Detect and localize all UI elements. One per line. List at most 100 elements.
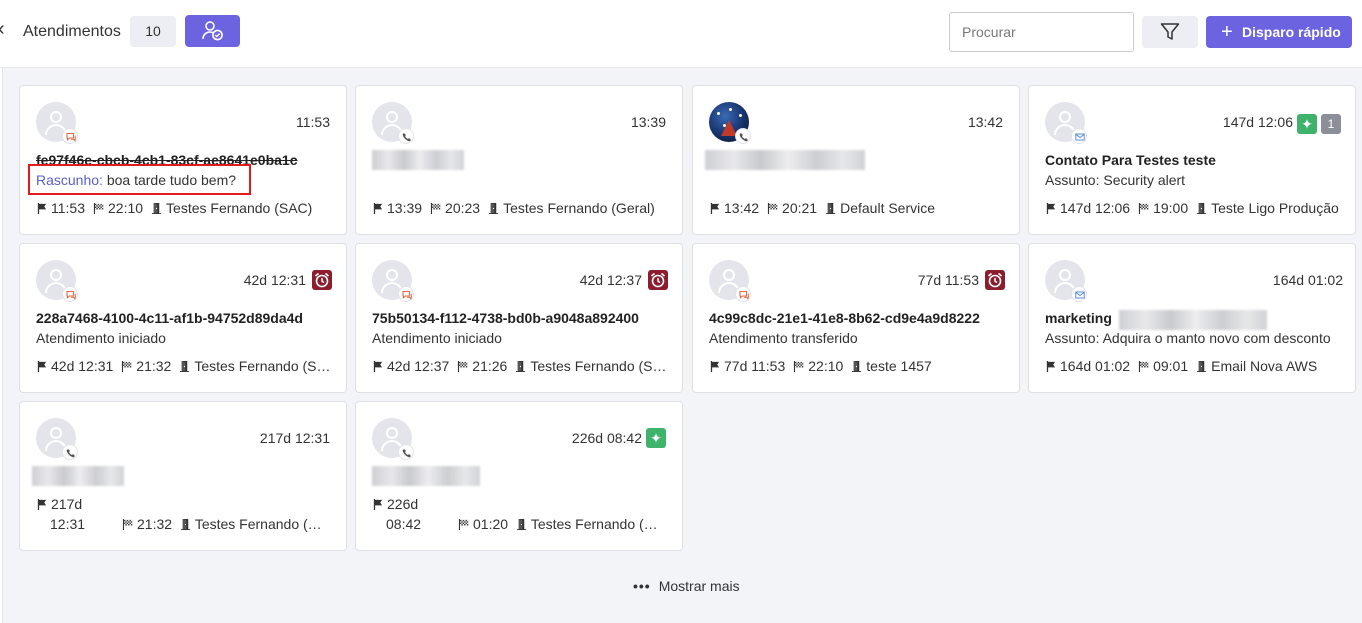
door-icon xyxy=(515,361,526,372)
end-time: 09:01 xyxy=(1153,358,1189,374)
avatar xyxy=(1045,102,1087,144)
redacted-contact-name xyxy=(705,150,865,170)
checkered-flag-icon xyxy=(457,361,468,372)
flag-icon xyxy=(372,361,383,372)
department: teste 1457 xyxy=(866,358,932,374)
avatar xyxy=(372,260,414,302)
user-check-icon xyxy=(202,21,223,41)
redacted-contact-name xyxy=(32,466,124,486)
page-title: Atendimentos xyxy=(23,23,121,40)
conversation-card[interactable]: 42d 12:31 228a7468-4100-4c11-af1b-94752d… xyxy=(19,243,347,393)
elapsed-time: 164d 01:02 xyxy=(1272,272,1343,288)
contact-name: marketing xyxy=(1045,310,1112,326)
avatar xyxy=(372,418,414,460)
start-time: 77d 11:53 xyxy=(724,358,786,374)
flag-icon xyxy=(36,203,47,214)
status-text: Atendimento iniciado xyxy=(372,330,502,346)
end-time: 21:32 xyxy=(136,358,172,374)
redacted-contact-name xyxy=(1119,310,1267,330)
door-icon xyxy=(180,519,191,530)
card-meta: 11:53 22:10 Testes Fernando (SAC) xyxy=(36,200,336,216)
chat-icon xyxy=(62,128,78,144)
door-icon xyxy=(488,203,499,214)
elapsed-time: 42d 12:37 xyxy=(579,272,642,288)
conversation-card[interactable]: 147d 12:06 ✦ 1 Contato Para Testes teste… xyxy=(1028,85,1356,235)
door-icon xyxy=(851,361,862,372)
end-time: 20:21 xyxy=(782,200,818,216)
card-meta: 13:39 20:23 Testes Fernando (Geral) xyxy=(372,200,672,216)
chat-icon xyxy=(62,286,78,302)
checkered-flag-icon xyxy=(458,519,469,530)
alarm-clock-icon xyxy=(648,270,668,290)
back-arrow-icon[interactable]: ‹ xyxy=(0,18,12,40)
card-meta: 42d 12:37 21:26 Testes Fernando (SAC) xyxy=(372,358,672,374)
conversation-card[interactable]: 226d 08:42 ✦ 226d 08:42 01:20 Testes Fer… xyxy=(355,401,683,551)
start-time: 13:42 xyxy=(724,200,760,216)
start-time: 42d 12:31 xyxy=(51,358,114,374)
ellipsis-icon: ••• xyxy=(633,578,651,594)
card-meta: 164d 01:02 09:01 Email Nova AWS xyxy=(1045,358,1345,374)
avatar xyxy=(36,418,78,460)
search-input[interactable] xyxy=(949,12,1134,52)
department: Testes Fernando (Geral) xyxy=(530,516,661,532)
alarm-clock-icon xyxy=(985,270,1005,290)
card-meta: 13:42 20:21 Default Service xyxy=(709,200,1009,216)
contact-name: Contato Para Testes teste xyxy=(1045,152,1216,168)
show-more-button[interactable]: ••• Mostrar mais xyxy=(633,578,740,594)
conversation-card[interactable]: 13:39 13:39 20:23 Testes Fernando (Geral) xyxy=(355,85,683,235)
conversation-card[interactable]: 77d 11:53 4c99c8dc-21e1-41e8-8b62-cd9e4a… xyxy=(692,243,1020,393)
sparkle-icon: ✦ xyxy=(1297,114,1317,134)
card-meta: 77d 11:53 22:10 teste 1457 xyxy=(709,358,1009,374)
quick-send-label: Disparo rápido xyxy=(1242,24,1341,40)
start-time: 08:42 xyxy=(386,516,422,532)
avatar xyxy=(36,260,78,302)
department: Testes Fernando (Geral) xyxy=(503,200,655,216)
flag-icon xyxy=(36,499,47,510)
chat-icon xyxy=(735,286,751,302)
top-bar: ‹ Atendimentos 10 + Disparo rápido xyxy=(0,0,1362,68)
subject: Assunto: Security alert xyxy=(1045,172,1186,188)
checkered-flag-icon xyxy=(122,519,133,530)
end-time: 01:20 xyxy=(473,516,509,532)
conversation-card[interactable]: 42d 12:37 75b50134-f112-4738-bd0b-a9048a… xyxy=(355,243,683,393)
flag-icon xyxy=(372,499,383,510)
department: Default Service xyxy=(840,200,936,216)
checkered-flag-icon xyxy=(1138,203,1149,214)
department: Testes Fernando (SAC) xyxy=(166,200,313,216)
draft-highlight-box xyxy=(28,164,251,195)
card-meta: 42d 12:31 21:32 Testes Fernando (SAC) xyxy=(36,358,336,374)
elapsed-time: 11:53 xyxy=(296,114,330,130)
end-time: 22:10 xyxy=(808,358,844,374)
start-time: 147d 12:06 xyxy=(1060,200,1131,216)
conversation-card[interactable]: 164d 01:02 marketing Assunto: Adquira o … xyxy=(1028,243,1356,393)
end-time: 21:32 xyxy=(137,516,173,532)
department: Email Nova AWS xyxy=(1211,358,1318,374)
conversation-card[interactable]: 217d 12:31 217d 12:31 21:32 Testes Ferna… xyxy=(19,401,347,551)
status-text: Atendimento iniciado xyxy=(36,330,166,346)
end-time: 21:26 xyxy=(472,358,508,374)
left-rail xyxy=(0,68,3,623)
door-icon xyxy=(179,361,190,372)
checkered-flag-icon xyxy=(93,203,104,214)
filter-icon xyxy=(1160,23,1180,40)
flag-icon xyxy=(1045,203,1056,214)
door-icon xyxy=(825,203,836,214)
department: Teste Ligo Produção xyxy=(1211,200,1339,216)
checkered-flag-icon xyxy=(121,361,132,372)
flag-icon xyxy=(1045,361,1056,372)
status-text: Atendimento transferido xyxy=(709,330,858,346)
card-meta: 147d 12:06 19:00 Teste Ligo Produção xyxy=(1045,200,1345,216)
avatar xyxy=(36,102,78,144)
quick-send-button[interactable]: + Disparo rápido xyxy=(1206,16,1352,48)
start-time: 11:53 xyxy=(51,200,85,216)
conversation-card[interactable]: 11:53 fe97f46e-cbcb-4cb1-83cf-ae8641e0ba… xyxy=(19,85,347,235)
start-time: 12:31 xyxy=(50,516,86,532)
redacted-contact-name xyxy=(372,466,480,486)
start-day: 217d xyxy=(51,496,83,512)
start-time: 13:39 xyxy=(387,200,423,216)
conversation-card[interactable]: 13:42 13:42 20:21 Default Service xyxy=(692,85,1020,235)
agent-filter-button[interactable] xyxy=(185,15,240,47)
flag-icon xyxy=(709,361,720,372)
filter-button[interactable] xyxy=(1142,16,1198,48)
avatar xyxy=(1045,260,1087,302)
